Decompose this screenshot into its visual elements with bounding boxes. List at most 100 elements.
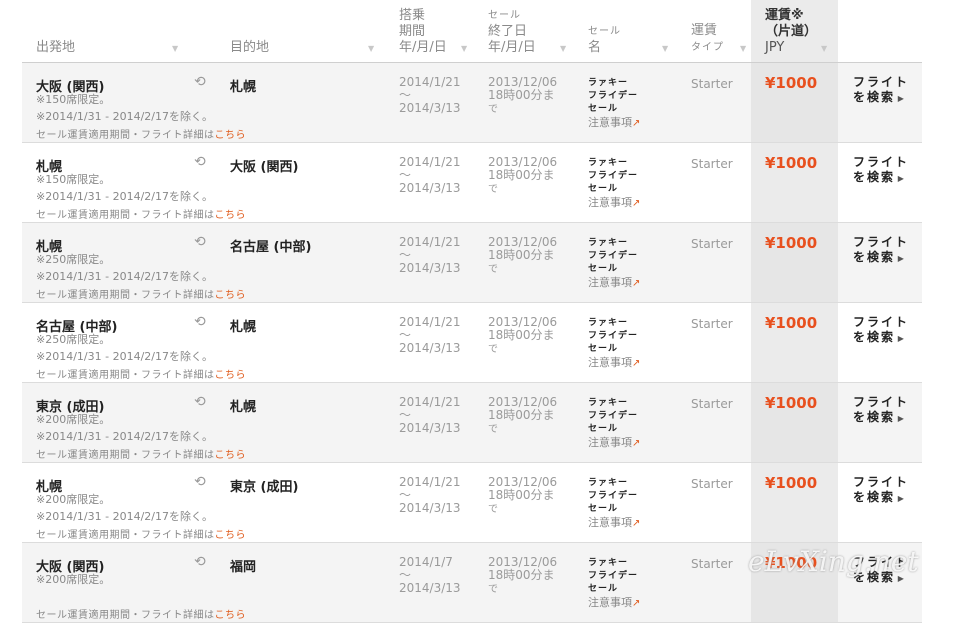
sale-end: 2013/12/06 18時00分まで [488,315,558,356]
swap-icon[interactable]: ⟲ [194,394,206,410]
external-link-icon: ↗ [632,278,641,289]
fare-price: ¥1000 [765,554,818,572]
search-flight-button[interactable]: フライト を検索 ▶ [853,315,909,346]
caution-link[interactable]: 注意事項↗ [588,596,640,609]
sale-end: 2013/12/06 18時00分まで [488,475,558,516]
sale-name: ラァキー フライデー セール 注意事項↗ [588,478,641,529]
triangle-right-icon: ▶ [895,254,904,263]
header-sale-end[interactable]: セール 終了日 年/月/日 ▼ [488,0,573,62]
table-header: 出発地 ▼ 目的地 ▼ 搭乗 期間 年/月/日 ▼ セール 終了日 年/月/日 … [22,0,922,63]
fare-price: ¥1000 [765,154,818,172]
table-row: 大阪 (関西) ⟲ 札幌 ※150席限定。 ※2014/1/31 - 2014/2/17… [22,63,922,143]
header-period[interactable]: 搭乗 期間 年/月/日 ▼ [399,0,474,62]
header-sale-name[interactable]: セール 名 ▼ [588,0,678,62]
seat-limit: ※200席限定。 [36,493,111,506]
details-link[interactable]: こちら [215,610,247,621]
caution-link[interactable]: 注意事項↗ [588,196,640,209]
details-link[interactable]: こちら [215,290,247,301]
details-note: セール運賃適用期間・フライト詳細はこちら [36,290,247,301]
details-link[interactable]: こちら [215,530,247,541]
travel-period: 2014/1/21 ～ 2014/3/13 [399,395,461,435]
exclusion-note: ※2014/1/31 - 2014/2/17を除く。 [36,110,213,123]
sale-name: ラァキー フライデー セール 注意事項↗ [588,238,641,289]
details-link[interactable]: こちら [215,370,247,381]
destination: 札幌 [230,80,257,95]
swap-icon[interactable]: ⟲ [194,474,206,490]
details-link[interactable]: こちら [215,130,247,141]
search-flight-button[interactable]: フライト を検索 ▶ [853,555,909,586]
sale-name: ラァキー フライデー セール 注意事項↗ [588,78,641,129]
search-flight-button[interactable]: フライト を検索 ▶ [853,235,909,266]
sale-end: 2013/12/06 18時00分まで [488,555,558,596]
sort-down-icon: ▼ [560,44,567,53]
details-note: セール運賃適用期間・フライト詳細はこちら [36,210,247,221]
exclusion-note: ※2014/1/31 - 2014/2/17を除く。 [36,430,213,443]
seat-limit: ※250席限定。 [36,333,111,346]
sale-end: 2013/12/06 18時00分まで [488,395,558,436]
swap-icon[interactable]: ⟲ [194,554,206,570]
travel-period: 2014/1/7 ～ 2014/3/13 [399,555,461,595]
fare-price: ¥1000 [765,314,818,332]
fare-price: ¥1000 [765,474,818,492]
sale-name: ラァキー フライデー セール 注意事項↗ [588,558,641,609]
header-fare[interactable]: 運賃※ （片道） JPY ▼ [751,0,838,62]
header-from[interactable]: 出発地 ▼ [36,0,186,62]
swap-icon[interactable]: ⟲ [194,154,206,170]
search-flight-button[interactable]: フライト を検索 ▶ [853,475,909,506]
sort-down-icon: ▼ [368,44,375,53]
triangle-right-icon: ▶ [895,94,904,103]
fare-type: Starter [691,157,733,171]
swap-icon[interactable]: ⟲ [194,74,206,90]
caution-link[interactable]: 注意事項↗ [588,116,640,129]
details-note: セール運賃適用期間・フライト詳細はこちら [36,370,247,381]
fare-price: ¥1000 [765,394,818,412]
table-row: 札幌 ⟲ 東京 (成田) ※200席限定。 ※2014/1/31 - 2014/2/17… [22,463,922,543]
details-note: セール運賃適用期間・フライト詳細はこちら [36,130,247,141]
swap-icon[interactable]: ⟲ [194,234,206,250]
destination: 札幌 [230,400,257,415]
external-link-icon: ↗ [632,198,641,209]
fare-type: Starter [691,317,733,331]
caution-link[interactable]: 注意事項↗ [588,356,640,369]
triangle-right-icon: ▶ [895,174,904,183]
sort-down-icon: ▼ [461,44,468,53]
external-link-icon: ↗ [632,438,641,449]
fare-type: Starter [691,477,733,491]
search-flight-button[interactable]: フライト を検索 ▶ [853,395,909,426]
details-link[interactable]: こちら [215,450,247,461]
external-link-icon: ↗ [632,358,641,369]
exclusion-note: ※2014/1/31 - 2014/2/17を除く。 [36,350,213,363]
triangle-right-icon: ▶ [895,494,904,503]
destination: 大阪 (関西) [230,160,299,175]
sale-end: 2013/12/06 18時00分まで [488,75,558,116]
travel-period: 2014/1/21 ～ 2014/3/13 [399,75,461,115]
sale-end: 2013/12/06 18時00分まで [488,235,558,276]
details-note: セール運賃適用期間・フライト詳細はこちら [36,530,247,541]
search-flight-button[interactable]: フライト を検索 ▶ [853,75,909,106]
travel-period: 2014/1/21 ～ 2014/3/13 [399,315,461,355]
travel-period: 2014/1/21 ～ 2014/3/13 [399,475,461,515]
sale-name: ラァキー フライデー セール 注意事項↗ [588,158,641,209]
swap-icon[interactable]: ⟲ [194,314,206,330]
sale-end: 2013/12/06 18時00分まで [488,155,558,196]
header-to[interactable]: 目的地 ▼ [230,0,380,62]
fare-table: 出発地 ▼ 目的地 ▼ 搭乗 期間 年/月/日 ▼ セール 終了日 年/月/日 … [22,0,922,623]
travel-period: 2014/1/21 ～ 2014/3/13 [399,155,461,195]
seat-limit: ※200席限定。 [36,413,111,426]
table-body: 大阪 (関西) ⟲ 札幌 ※150席限定。 ※2014/1/31 - 2014/2/17… [22,63,922,623]
caution-link[interactable]: 注意事項↗ [588,276,640,289]
exclusion-note: ※2014/1/31 - 2014/2/17を除く。 [36,190,213,203]
sort-down-icon: ▼ [821,44,828,53]
search-flight-button[interactable]: フライト を検索 ▶ [853,155,909,186]
header-fare-type[interactable]: 運賃 タイプ ▼ [691,0,751,62]
details-link[interactable]: こちら [215,210,247,221]
fare-price: ¥1000 [765,234,818,252]
destination: 東京 (成田) [230,480,299,495]
caution-link[interactable]: 注意事項↗ [588,516,640,529]
triangle-right-icon: ▶ [895,334,904,343]
table-row: 札幌 ⟲ 大阪 (関西) ※150席限定。 ※2014/1/31 - 2014/2/17… [22,143,922,223]
sort-down-icon: ▼ [662,44,669,53]
caution-link[interactable]: 注意事項↗ [588,436,640,449]
travel-period: 2014/1/21 ～ 2014/3/13 [399,235,461,275]
fare-type: Starter [691,237,733,251]
